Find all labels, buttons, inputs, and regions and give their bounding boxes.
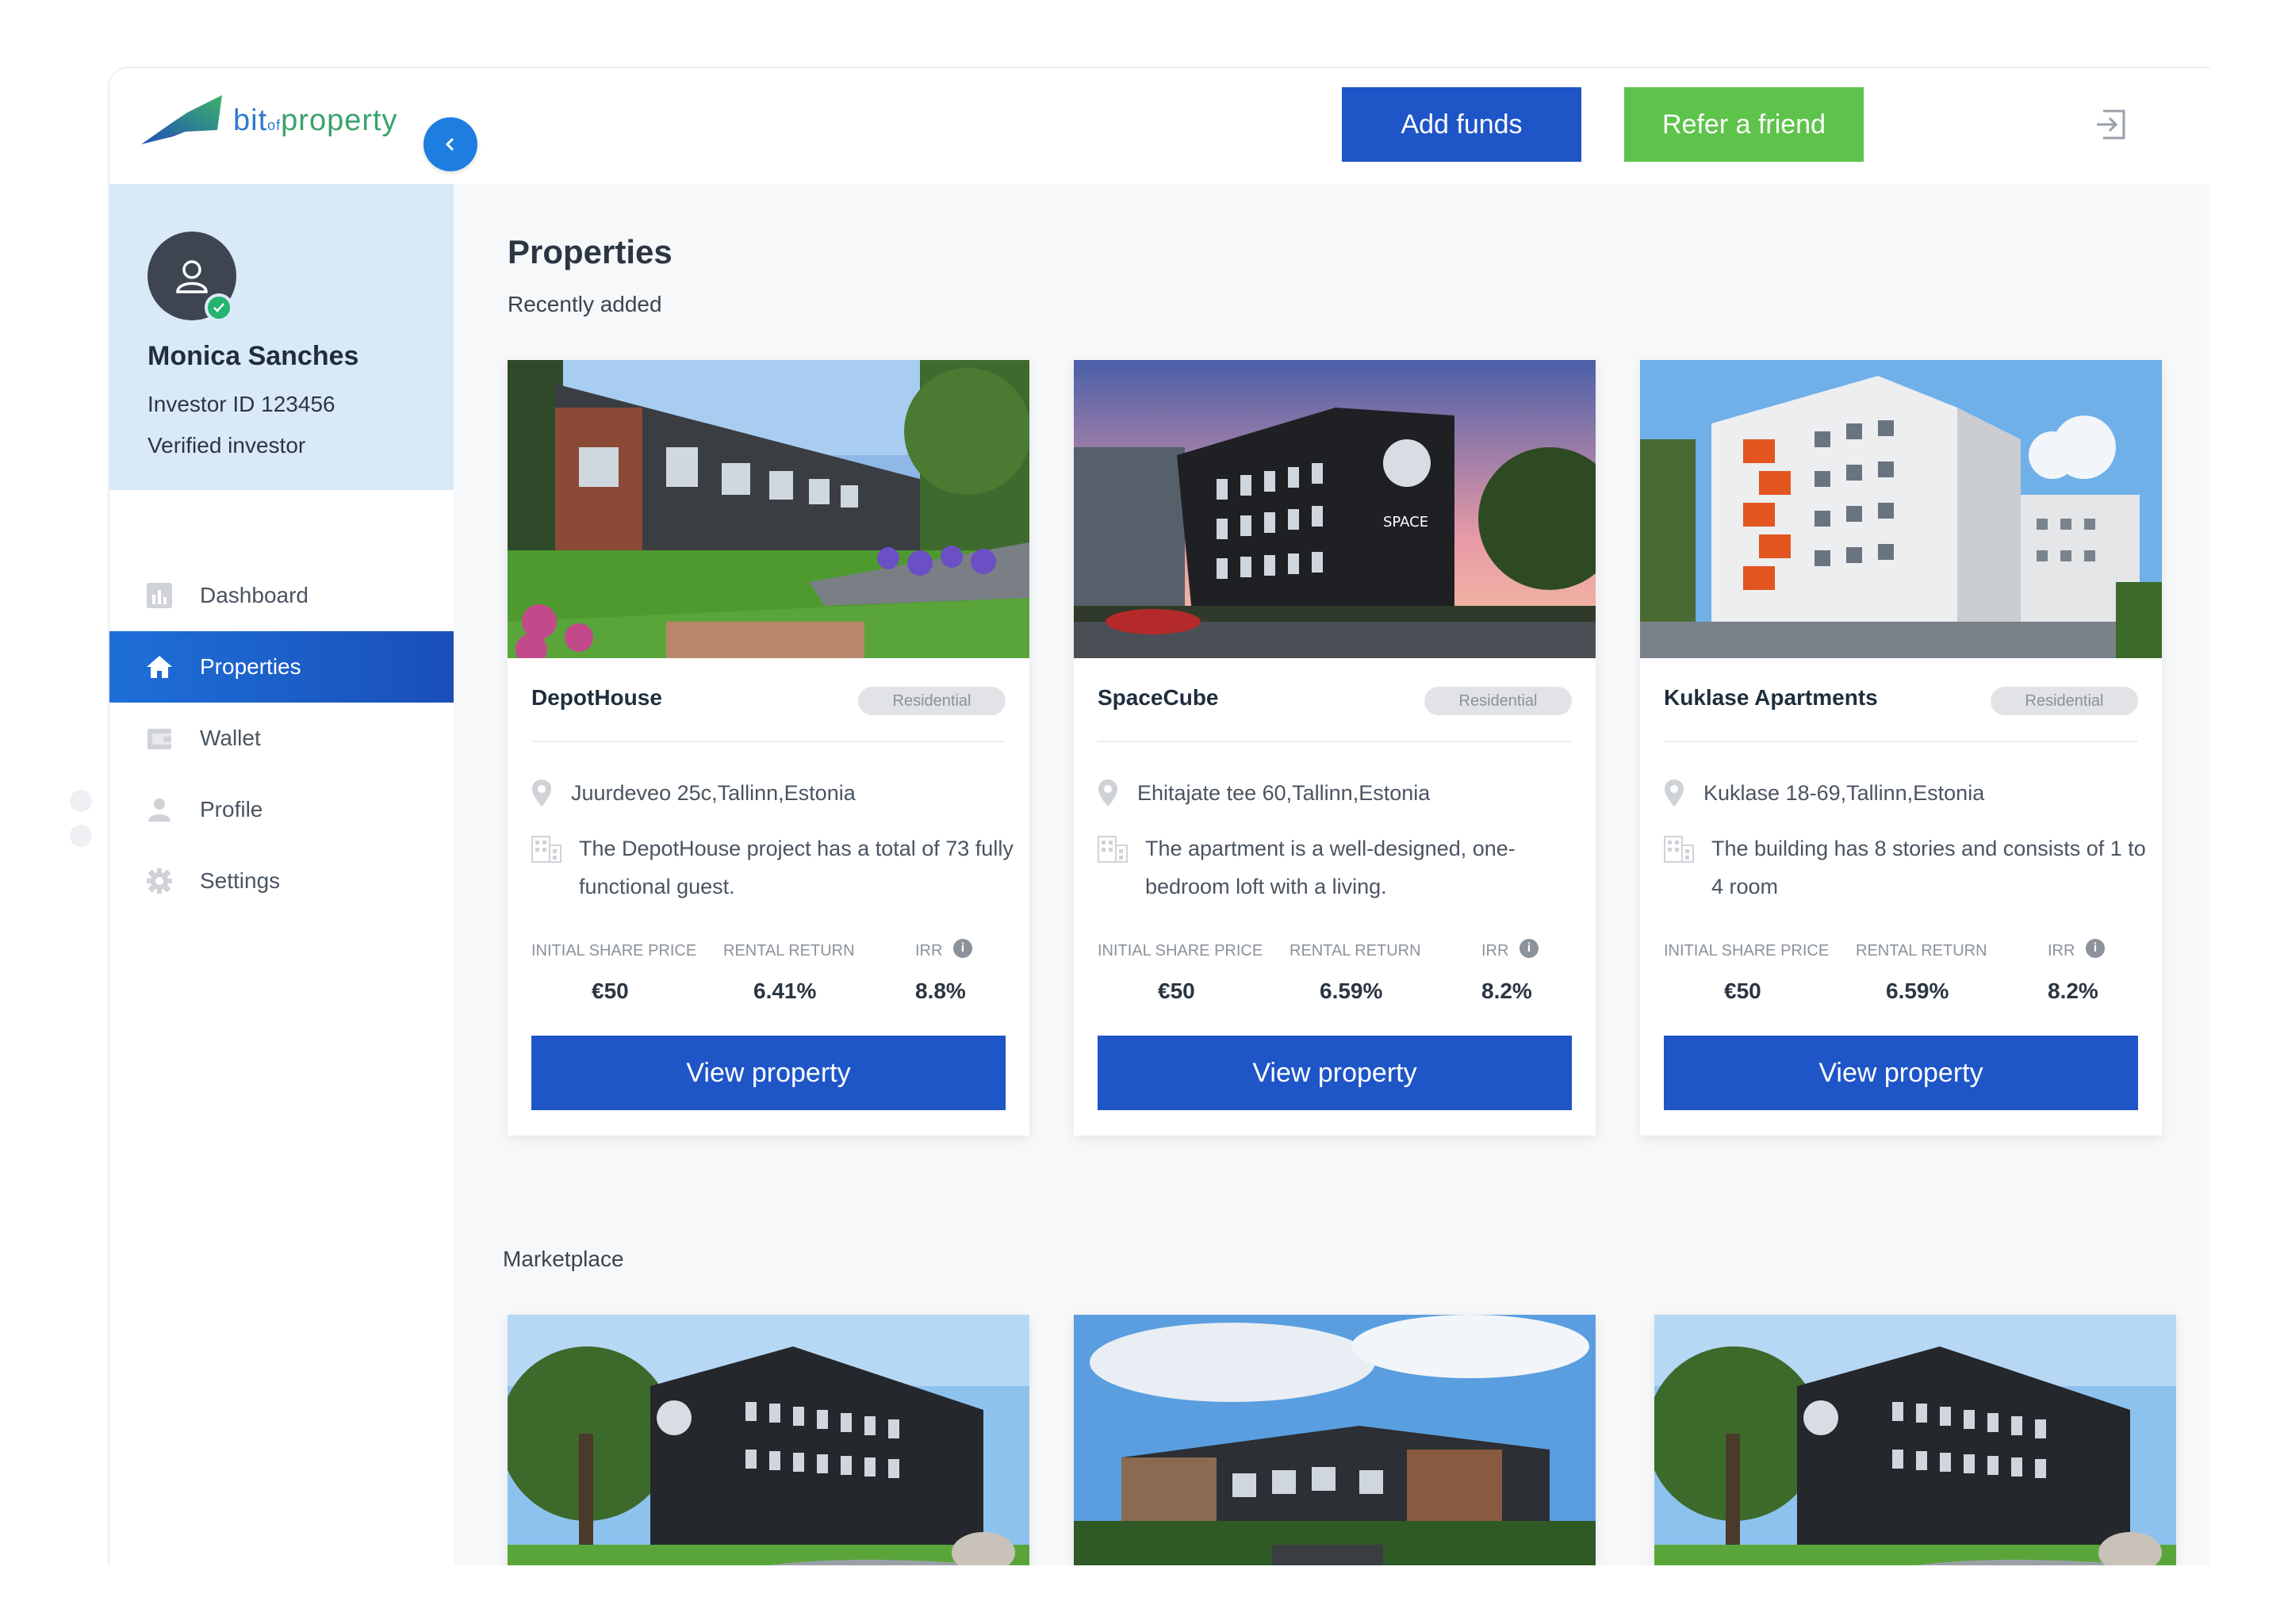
sidebar-nav: Dashboard Properties Wallet Profile Sett… (109, 560, 454, 917)
irr-label: IRR (915, 942, 943, 959)
building-icon (1664, 836, 1694, 863)
top-header: bitofproperty Add funds Refer a friend (109, 68, 2209, 184)
sidebar-item-label: Wallet (200, 726, 261, 750)
sidebar-item-properties[interactable]: Properties (109, 631, 454, 703)
sidebar: Monica Sanches Investor ID 123456 Verifi… (109, 184, 454, 1565)
add-funds-button[interactable]: Add funds (1342, 87, 1581, 162)
location-pin-icon (1098, 779, 1117, 806)
initial-share-price-label: INITIAL SHARE PRICE (531, 942, 697, 959)
sidebar-item-wallet[interactable]: Wallet (109, 703, 454, 774)
view-property-button[interactable]: View property (1664, 1036, 2138, 1110)
view-property-button[interactable]: View property (531, 1036, 1006, 1110)
property-card[interactable]: DepotHouse Residential Juurdeveo 25c,Tal… (508, 360, 1029, 1136)
logo-mark-icon (141, 95, 222, 144)
logo-text: bitofproperty (233, 103, 398, 137)
sidebar-item-label: Dashboard (200, 583, 308, 607)
initial-share-price-value: €50 (592, 979, 629, 1003)
chevron-left-icon (445, 137, 454, 151)
person-icon (146, 796, 173, 823)
page-title: Properties (508, 233, 673, 270)
property-image[interactable]: SPACE (1074, 360, 1596, 658)
initial-share-price-label: INITIAL SHARE PRICE (1664, 942, 1830, 959)
building-icon (1098, 836, 1128, 863)
investor-id: Investor ID 123456 (148, 392, 335, 416)
property-image[interactable] (1640, 360, 2162, 658)
property-name: Kuklase Apartments (1664, 685, 1878, 710)
irr-label: IRR (2048, 942, 2075, 959)
logout-icon[interactable] (2092, 106, 2129, 143)
property-image[interactable] (508, 1315, 1029, 1565)
property-image[interactable] (1074, 1315, 1596, 1565)
property-address: Juurdeveo 25c,Tallinn,Estonia (531, 779, 856, 807)
property-type-badge: Residential (858, 687, 1006, 715)
divider (1664, 741, 2138, 742)
bar-chart-icon (146, 582, 173, 609)
user-profile-card: Monica Sanches Investor ID 123456 Verifi… (109, 184, 454, 490)
gear-icon (146, 868, 173, 894)
brand-logo[interactable]: bitofproperty (141, 95, 398, 146)
location-pin-icon (1665, 779, 1684, 806)
irr-value: 8.8% (915, 979, 966, 1003)
marketplace-card[interactable] (508, 1315, 1029, 1565)
initial-share-price-label: INITIAL SHARE PRICE (1098, 942, 1263, 959)
info-icon[interactable]: i (1519, 939, 1539, 958)
sidebar-item-settings[interactable]: Settings (109, 845, 454, 917)
irr-value: 8.2% (1481, 979, 1532, 1003)
user-name: Monica Sanches (148, 341, 359, 371)
decorative-dots (70, 790, 92, 860)
sidebar-collapse-button[interactable] (423, 117, 477, 171)
initial-share-price-value: €50 (1724, 979, 1761, 1003)
refer-friend-button[interactable]: Refer a friend (1624, 87, 1864, 162)
info-icon[interactable]: i (953, 939, 972, 958)
rental-return-value: 6.41% (753, 979, 817, 1003)
verified-check-icon (205, 293, 233, 322)
sidebar-item-profile[interactable]: Profile (109, 774, 454, 845)
location-pin-icon (532, 779, 551, 806)
divider (531, 741, 1006, 742)
sidebar-item-label: Profile (200, 797, 263, 822)
property-description: The apartment is a well-designed, one-be… (1098, 829, 1581, 906)
sidebar-item-label: Settings (200, 868, 281, 893)
info-icon[interactable]: i (2086, 939, 2105, 958)
home-icon (146, 653, 173, 680)
property-name: SpaceCube (1098, 685, 1219, 710)
property-description: The building has 8 stories and consists … (1664, 829, 2148, 906)
property-name: DepotHouse (531, 685, 662, 710)
rental-return-label: RENTAL RETURN (1290, 942, 1421, 959)
building-icon (531, 836, 561, 863)
wallet-icon (146, 725, 173, 752)
view-property-button[interactable]: View property (1098, 1036, 1572, 1110)
property-image[interactable] (508, 360, 1029, 658)
marketplace-heading: Marketplace (503, 1247, 624, 1271)
property-card[interactable]: SPACE SpaceCube Residential Ehitajate te… (1074, 360, 1596, 1136)
property-card[interactable]: Kuklase Apartments Residential Kuklase 1… (1640, 360, 2162, 1136)
property-image[interactable] (1654, 1315, 2176, 1565)
property-type-badge: Residential (1991, 687, 2138, 715)
marketplace-card[interactable] (1074, 1315, 1596, 1565)
irr-value: 8.2% (2048, 979, 2098, 1003)
rental-return-label: RENTAL RETURN (1856, 942, 1987, 959)
property-description: The DepotHouse project has a total of 73… (531, 829, 1015, 906)
property-address: Kuklase 18-69,Tallinn,Estonia (1664, 779, 1984, 807)
svg-text:SPACE: SPACE (1383, 514, 1428, 530)
rental-return-value: 6.59% (1886, 979, 1949, 1003)
rental-return-label: RENTAL RETURN (723, 942, 855, 959)
sidebar-item-dashboard[interactable]: Dashboard (109, 560, 454, 631)
app-window: bitofproperty Add funds Refer a friend M… (108, 67, 2209, 1565)
sidebar-item-label: Properties (200, 654, 301, 679)
initial-share-price-value: €50 (1158, 979, 1195, 1003)
verification-status: Verified investor (148, 433, 306, 458)
main-content: Properties Recently added DepotHouse Res… (454, 184, 2209, 1565)
marketplace-card[interactable] (1654, 1315, 2176, 1565)
divider (1098, 741, 1572, 742)
property-type-badge: Residential (1424, 687, 1572, 715)
recently-added-heading: Recently added (508, 292, 662, 316)
irr-label: IRR (1481, 942, 1509, 959)
rental-return-value: 6.59% (1320, 979, 1383, 1003)
property-address: Ehitajate tee 60,Tallinn,Estonia (1098, 779, 1430, 807)
